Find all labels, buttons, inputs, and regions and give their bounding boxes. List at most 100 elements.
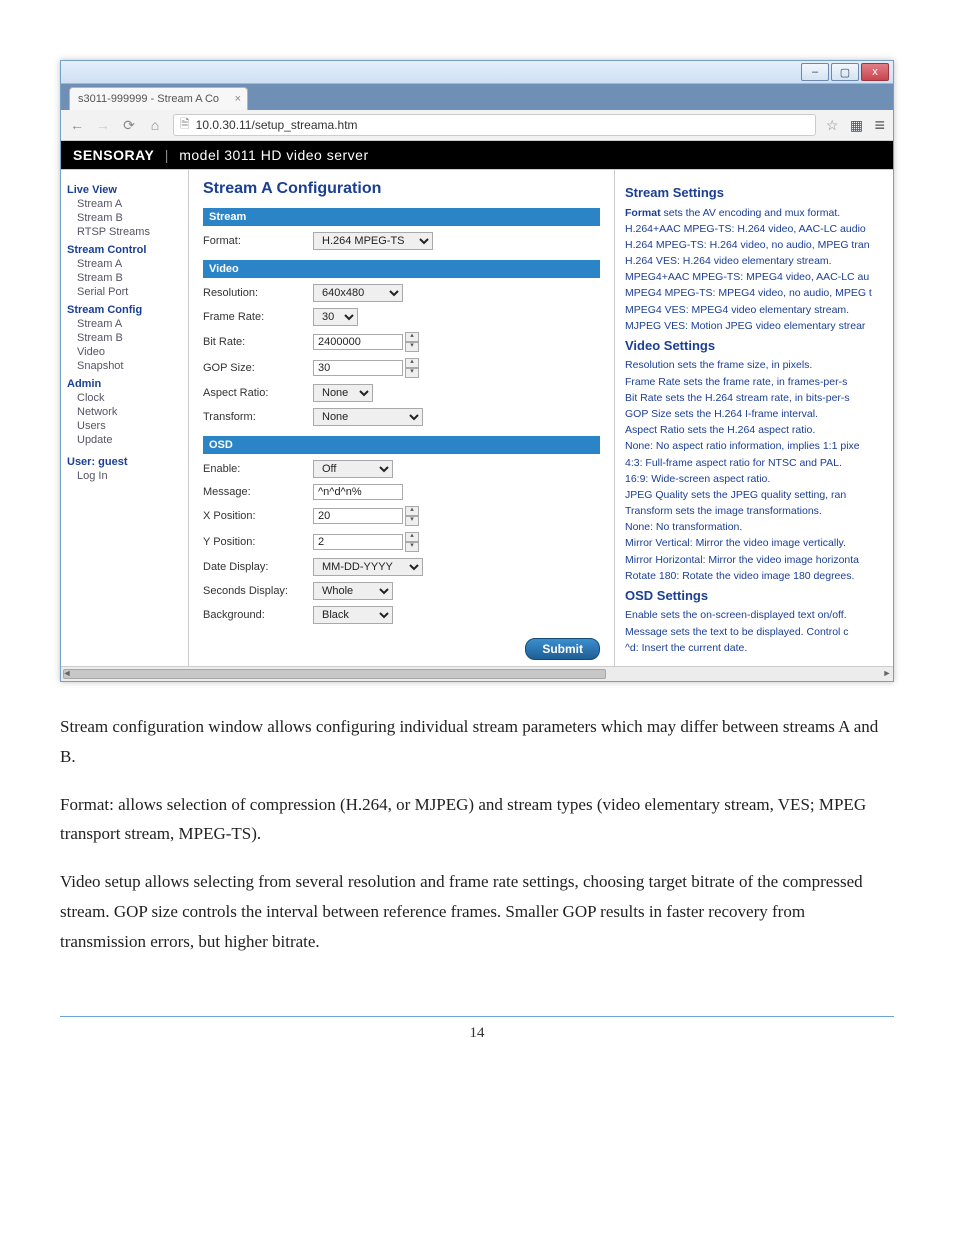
sidebar: Live View Stream A Stream B RTSP Streams… <box>61 170 189 666</box>
brand-name: SENSORAY <box>73 147 154 163</box>
sidebar-item[interactable]: Serial Port <box>77 286 182 298</box>
input-gopsize[interactable] <box>313 360 403 376</box>
sidebar-head-admin[interactable]: Admin <box>67 378 182 390</box>
select-framerate[interactable]: 30 <box>313 308 358 326</box>
page-number: 14 <box>470 1025 485 1041</box>
minimize-button[interactable]: – <box>801 63 829 81</box>
sidebar-head-streamconfig[interactable]: Stream Config <box>67 304 182 316</box>
page-footer: 14 <box>60 1016 894 1042</box>
select-resolution[interactable]: 640x480 <box>313 284 403 302</box>
bookmark-icon[interactable]: ☆ <box>826 117 839 134</box>
input-osd-message[interactable] <box>313 484 403 500</box>
scroll-left-icon[interactable]: ◄ <box>61 668 73 680</box>
page-icon: 🗎 <box>180 115 190 136</box>
sidebar-item[interactable]: Stream B <box>77 332 182 344</box>
sidebar-item[interactable]: Stream B <box>77 272 182 284</box>
label-bitrate: Bit Rate: <box>203 336 313 348</box>
scroll-right-icon[interactable]: ► <box>881 668 893 680</box>
spinner-ypos[interactable]: ▴▾ <box>405 532 419 552</box>
help-line: Rotate 180: Rotate the video image 180 d… <box>625 569 885 583</box>
help-line: Transform sets the image transformations… <box>625 504 885 518</box>
label-framerate: Frame Rate: <box>203 311 313 323</box>
close-button[interactable]: x <box>861 63 889 81</box>
label-format: Format: <box>203 235 313 247</box>
sidebar-item[interactable]: RTSP Streams <box>77 226 182 238</box>
sidebar-item[interactable]: Stream A <box>77 198 182 210</box>
tab-strip: s3011-999999 - Stream A Co × <box>61 84 893 110</box>
spinner-xpos[interactable]: ▴▾ <box>405 506 419 526</box>
select-format[interactable]: H.264 MPEG-TS <box>313 232 433 250</box>
help-line: H.264 VES: H.264 video elementary stream… <box>625 254 885 268</box>
help-line: None: No transformation. <box>625 520 885 534</box>
back-icon[interactable]: ← <box>69 117 85 133</box>
home-icon[interactable]: ⌂ <box>147 117 163 133</box>
help-line: Bit Rate sets the H.264 stream rate, in … <box>625 391 885 405</box>
document-body: Stream configuration window allows confi… <box>60 712 894 956</box>
sidebar-item[interactable]: Stream A <box>77 258 182 270</box>
sidebar-head-streamcontrol[interactable]: Stream Control <box>67 244 182 256</box>
label-osd-enable: Enable: <box>203 463 313 475</box>
select-secondsdisplay[interactable]: Whole <box>313 582 393 600</box>
browser-tab[interactable]: s3011-999999 - Stream A Co × <box>69 87 248 110</box>
url-field[interactable]: 🗎 10.0.30.11/setup_streama.htm <box>173 114 816 136</box>
help-line: Enable sets the on-screen-displayed text… <box>625 608 885 622</box>
sidebar-item[interactable]: Stream A <box>77 318 182 330</box>
section-osd: OSD <box>203 436 600 454</box>
help-line: JPEG Quality sets the JPEG quality setti… <box>625 488 885 502</box>
input-bitrate[interactable] <box>313 334 403 350</box>
select-datedisplay[interactable]: MM-DD-YYYY <box>313 558 423 576</box>
address-bar: ← → ⟳ ⌂ 🗎 10.0.30.11/setup_streama.htm ☆… <box>61 110 893 141</box>
input-osd-xpos[interactable] <box>313 508 403 524</box>
sidebar-item[interactable]: Clock <box>77 392 182 404</box>
config-form: Stream A Configuration Stream Format: H.… <box>189 170 614 666</box>
tab-title: s3011-999999 - Stream A Co <box>78 93 219 105</box>
reload-icon[interactable]: ⟳ <box>121 117 137 134</box>
menu-icon[interactable]: ≡ <box>874 115 885 136</box>
sidebar-head-liveview[interactable]: Live View <box>67 184 182 196</box>
maximize-button[interactable]: ▢ <box>831 63 859 81</box>
section-stream: Stream <box>203 208 600 226</box>
label-background: Background: <box>203 609 313 621</box>
select-aspectratio[interactable]: None <box>313 384 373 402</box>
spinner-gopsize[interactable]: ▴▾ <box>405 358 419 378</box>
spinner-bitrate[interactable]: ▴▾ <box>405 332 419 352</box>
help-line: H.264+AAC MPEG-TS: H.264 video, AAC-LC a… <box>625 222 885 236</box>
help-line: Frame Rate sets the frame rate, in frame… <box>625 375 885 389</box>
label-transform: Transform: <box>203 411 313 423</box>
url-text: 10.0.30.11/setup_streama.htm <box>196 118 358 132</box>
help-line: Format sets the AV encoding and mux form… <box>625 206 885 220</box>
select-osd-enable[interactable]: Off <box>313 460 393 478</box>
help-heading-stream: Stream Settings <box>625 184 885 202</box>
help-heading-video: Video Settings <box>625 337 885 355</box>
login-link[interactable]: Log In <box>77 470 182 482</box>
horizontal-scrollbar[interactable]: ◄ ► <box>61 666 893 681</box>
sidebar-item[interactable]: Users <box>77 420 182 432</box>
help-line: Mirror Horizontal: Mirror the video imag… <box>625 553 885 567</box>
sidebar-item[interactable]: Snapshot <box>77 360 182 372</box>
input-osd-ypos[interactable] <box>313 534 403 550</box>
browser-window: – ▢ x s3011-999999 - Stream A Co × ← → ⟳… <box>60 60 894 682</box>
label-osd-xpos: X Position: <box>203 510 313 522</box>
sidebar-item[interactable]: Stream B <box>77 212 182 224</box>
label-secondsdisplay: Seconds Display: <box>203 585 313 597</box>
help-line: MPEG4+AAC MPEG-TS: MPEG4 video, AAC-LC a… <box>625 270 885 284</box>
submit-button[interactable]: Submit <box>525 638 600 660</box>
help-line: Mirror Vertical: Mirror the video image … <box>625 536 885 550</box>
help-line: MPEG4 MPEG-TS: MPEG4 video, no audio, MP… <box>625 286 885 300</box>
sidebar-item[interactable]: Video <box>77 346 182 358</box>
help-line: Aspect Ratio sets the H.264 aspect ratio… <box>625 423 885 437</box>
help-line: GOP Size sets the H.264 I-frame interval… <box>625 407 885 421</box>
tab-close-icon[interactable]: × <box>235 93 241 105</box>
select-transform[interactable]: None <box>313 408 423 426</box>
sidebar-item[interactable]: Update <box>77 434 182 446</box>
label-osd-message: Message: <box>203 486 313 498</box>
forward-icon[interactable]: → <box>95 117 111 133</box>
label-gopsize: GOP Size: <box>203 362 313 374</box>
sidebar-item[interactable]: Network <box>77 406 182 418</box>
page-banner: SENSORAY | model 3011 HD video server <box>61 141 893 169</box>
extension-icon[interactable]: ▦ <box>848 117 864 134</box>
paragraph: Video setup allows selecting from severa… <box>60 867 894 956</box>
select-background[interactable]: Black <box>313 606 393 624</box>
help-line: Message sets the text to be displayed. C… <box>625 625 885 639</box>
label-datedisplay: Date Display: <box>203 561 313 573</box>
